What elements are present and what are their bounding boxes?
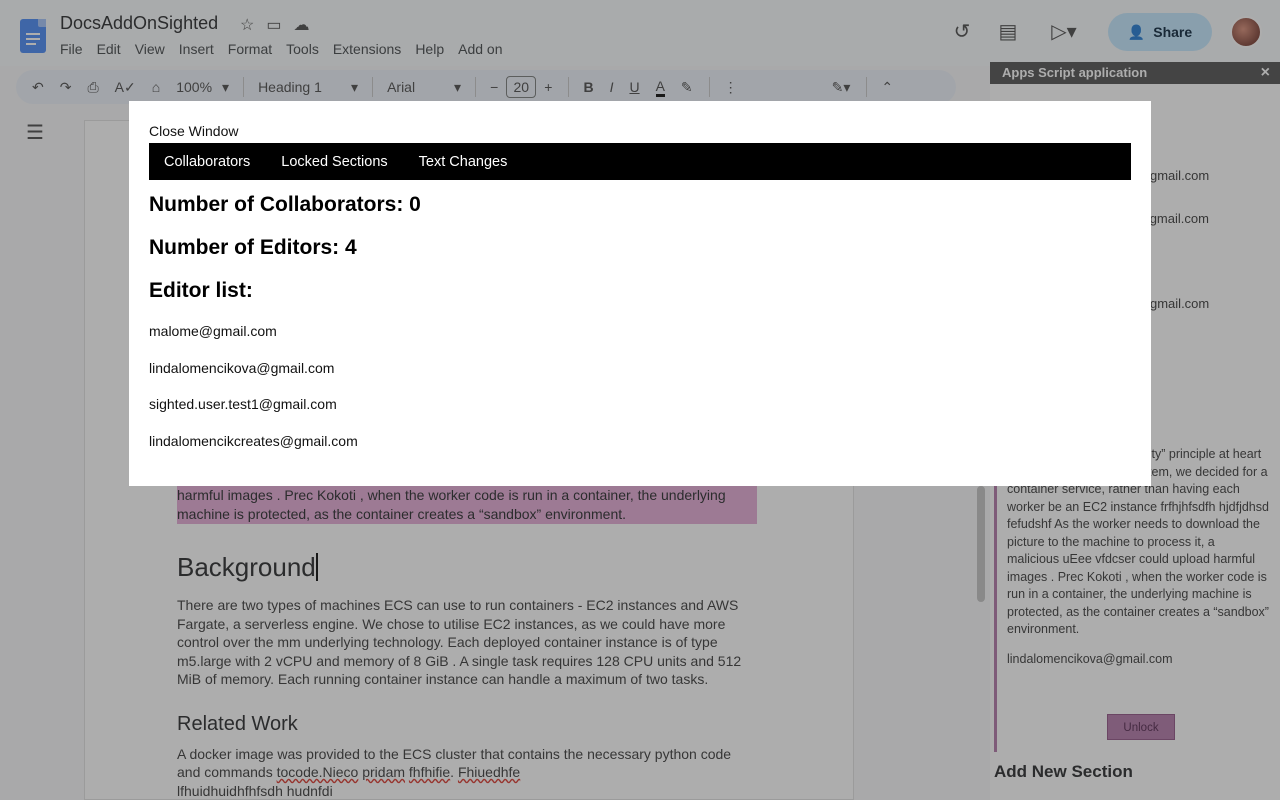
editor-list: malome@gmail.com lindalomencikova@gmail.… (149, 323, 358, 469)
tab-locked-sections[interactable]: Locked Sections (281, 154, 387, 170)
editors-count-heading: Number of Editors: 4 (149, 236, 357, 259)
close-window-button[interactable]: Close Window (149, 123, 238, 139)
editor-list-heading: Editor list: (149, 279, 253, 302)
modal-tabbar: Collaborators Locked Sections Text Chang… (149, 143, 1131, 180)
collaborators-modal: Close Window Collaborators Locked Sectio… (129, 101, 1151, 486)
list-item: lindalomencikcreates@gmail.com (149, 432, 358, 449)
tab-text-changes[interactable]: Text Changes (419, 154, 508, 170)
list-item: lindalomencikova@gmail.com (149, 359, 335, 376)
list-item: malome@gmail.com (149, 323, 277, 339)
collaborators-count-heading: Number of Collaborators: 0 (149, 193, 421, 216)
list-item: sighted.user.test1@gmail.com (149, 396, 337, 413)
tab-collaborators[interactable]: Collaborators (164, 154, 250, 170)
